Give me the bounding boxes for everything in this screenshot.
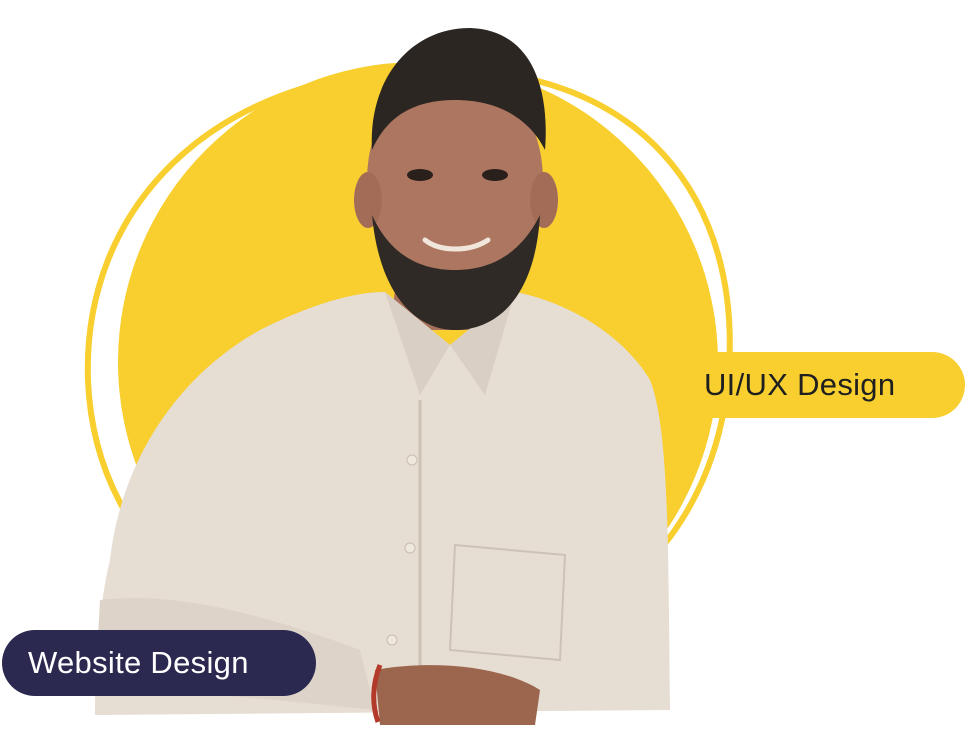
shirt-button [404,542,416,554]
person-eye-right [482,169,508,181]
person-ear-right [530,172,558,228]
website-design-badge: Website Design [2,630,316,696]
person-ear-left [354,172,382,228]
uiux-design-badge: UI/UX Design [680,352,965,418]
person-eye-left [407,169,433,181]
hero-portrait-section: UI/UX Design Website Design [0,0,967,731]
uiux-design-label: UI/UX Design [704,367,896,402]
shirt-button [386,634,398,646]
website-design-label: Website Design [28,645,249,680]
shirt-button [406,454,418,466]
